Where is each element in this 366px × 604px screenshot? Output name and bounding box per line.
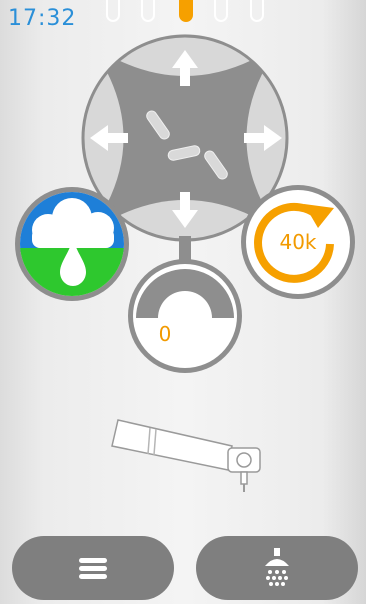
water-spray-icon <box>265 548 289 586</box>
gauge-value: 0 <box>158 322 172 346</box>
speed-label: 40k <box>279 230 317 254</box>
gauge-button[interactable] <box>128 259 242 373</box>
hamburger-menu-icon <box>79 558 107 579</box>
water-supply-button[interactable] <box>15 187 129 308</box>
control-panel <box>15 34 355 492</box>
menu-button[interactable] <box>12 536 174 600</box>
connector-stem <box>179 236 191 260</box>
water-spray-button[interactable] <box>196 536 358 600</box>
handpiece-icon <box>111 419 261 492</box>
